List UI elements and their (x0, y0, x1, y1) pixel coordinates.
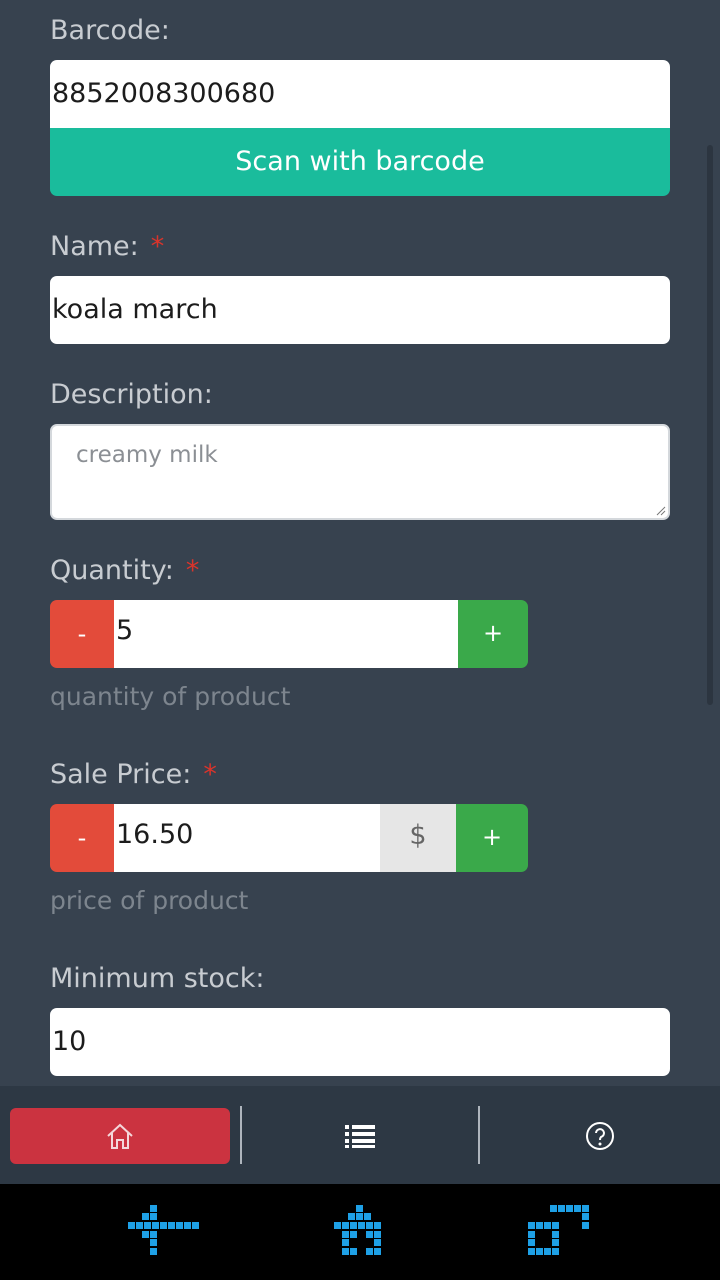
quantity-increment-button[interactable]: + (458, 600, 528, 668)
description-text: creamy milk (76, 442, 218, 468)
sale-price-input[interactable]: 16.50 (114, 804, 380, 872)
recent-apps-icon[interactable] (526, 1202, 594, 1262)
quantity-input[interactable]: 5 (114, 600, 458, 668)
scan-barcode-button[interactable]: Scan with barcode (50, 128, 670, 196)
help-circle-icon (586, 1122, 614, 1150)
list-icon (345, 1125, 375, 1148)
tab-home[interactable] (10, 1108, 230, 1164)
minimum-stock-input[interactable]: 10 (50, 1008, 670, 1076)
description-label: Description: (50, 379, 213, 410)
tab-help[interactable] (480, 1108, 720, 1164)
system-nav-bar (0, 1184, 720, 1280)
price-decrement-button[interactable]: - (50, 804, 114, 872)
scrollbar[interactable] (707, 145, 713, 705)
bottom-tab-bar (0, 1086, 720, 1184)
name-label: Name: * (50, 231, 165, 262)
back-icon[interactable] (126, 1202, 204, 1262)
home-icon[interactable] (332, 1202, 388, 1262)
tab-list[interactable] (242, 1108, 478, 1164)
quantity-decrement-button[interactable]: - (50, 600, 114, 668)
name-input[interactable]: koala march (50, 276, 670, 344)
quantity-help-text: quantity of product (50, 682, 291, 711)
description-textarea[interactable]: creamy milk (50, 424, 670, 520)
barcode-input[interactable]: 8852008300680 (50, 60, 670, 128)
minimum-stock-label: Minimum stock: (50, 963, 265, 994)
price-help-text: price of product (50, 886, 249, 915)
barcode-label: Barcode: (50, 15, 170, 46)
sale-price-label: Sale Price: * (50, 759, 217, 790)
sale-price-stepper: - 16.50 $ + (50, 804, 528, 872)
currency-addon: $ (380, 804, 456, 872)
required-marker: * (185, 555, 200, 586)
resize-handle-icon[interactable] (656, 506, 666, 516)
home-icon (107, 1123, 133, 1149)
required-marker: * (150, 231, 165, 262)
quantity-label: Quantity: * (50, 555, 200, 586)
price-increment-button[interactable]: + (456, 804, 528, 872)
quantity-stepper: - 5 + (50, 600, 528, 668)
required-marker: * (203, 759, 217, 790)
